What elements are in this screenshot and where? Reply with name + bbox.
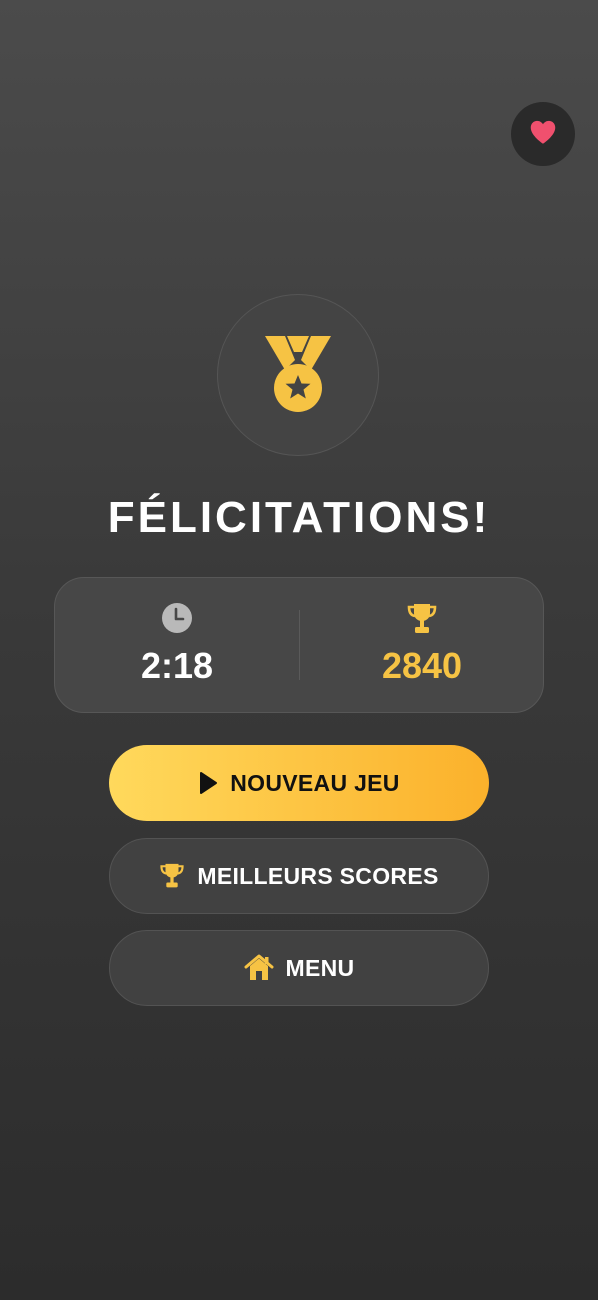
score-value: 2840 — [381, 645, 463, 686]
clock-icon — [161, 602, 193, 639]
favorite-button[interactable] — [511, 102, 575, 166]
best-scores-button[interactable]: MEILLEURS SCORES — [109, 838, 489, 914]
page-title: FÉLICITATIONS! — [107, 493, 491, 542]
play-icon — [198, 771, 218, 795]
trophy-icon — [406, 602, 438, 641]
stats-card: 2:18 2840 — [54, 577, 544, 713]
heart-icon — [529, 119, 557, 150]
medal-icon — [263, 332, 333, 419]
menu-label: MENU — [285, 954, 355, 981]
best-scores-label: MEILLEURS SCORES — [197, 862, 439, 889]
home-icon — [244, 954, 274, 982]
menu-button[interactable]: MENU — [109, 930, 489, 1006]
trophy-icon — [159, 862, 185, 890]
time-value: 2:18 — [140, 645, 214, 686]
time-stat: 2:18 — [55, 578, 299, 714]
new-game-button[interactable]: NOUVEAU JEU — [109, 745, 489, 821]
medal-badge — [217, 294, 379, 456]
new-game-label: NOUVEAU JEU — [230, 769, 400, 796]
score-stat: 2840 — [300, 578, 544, 714]
